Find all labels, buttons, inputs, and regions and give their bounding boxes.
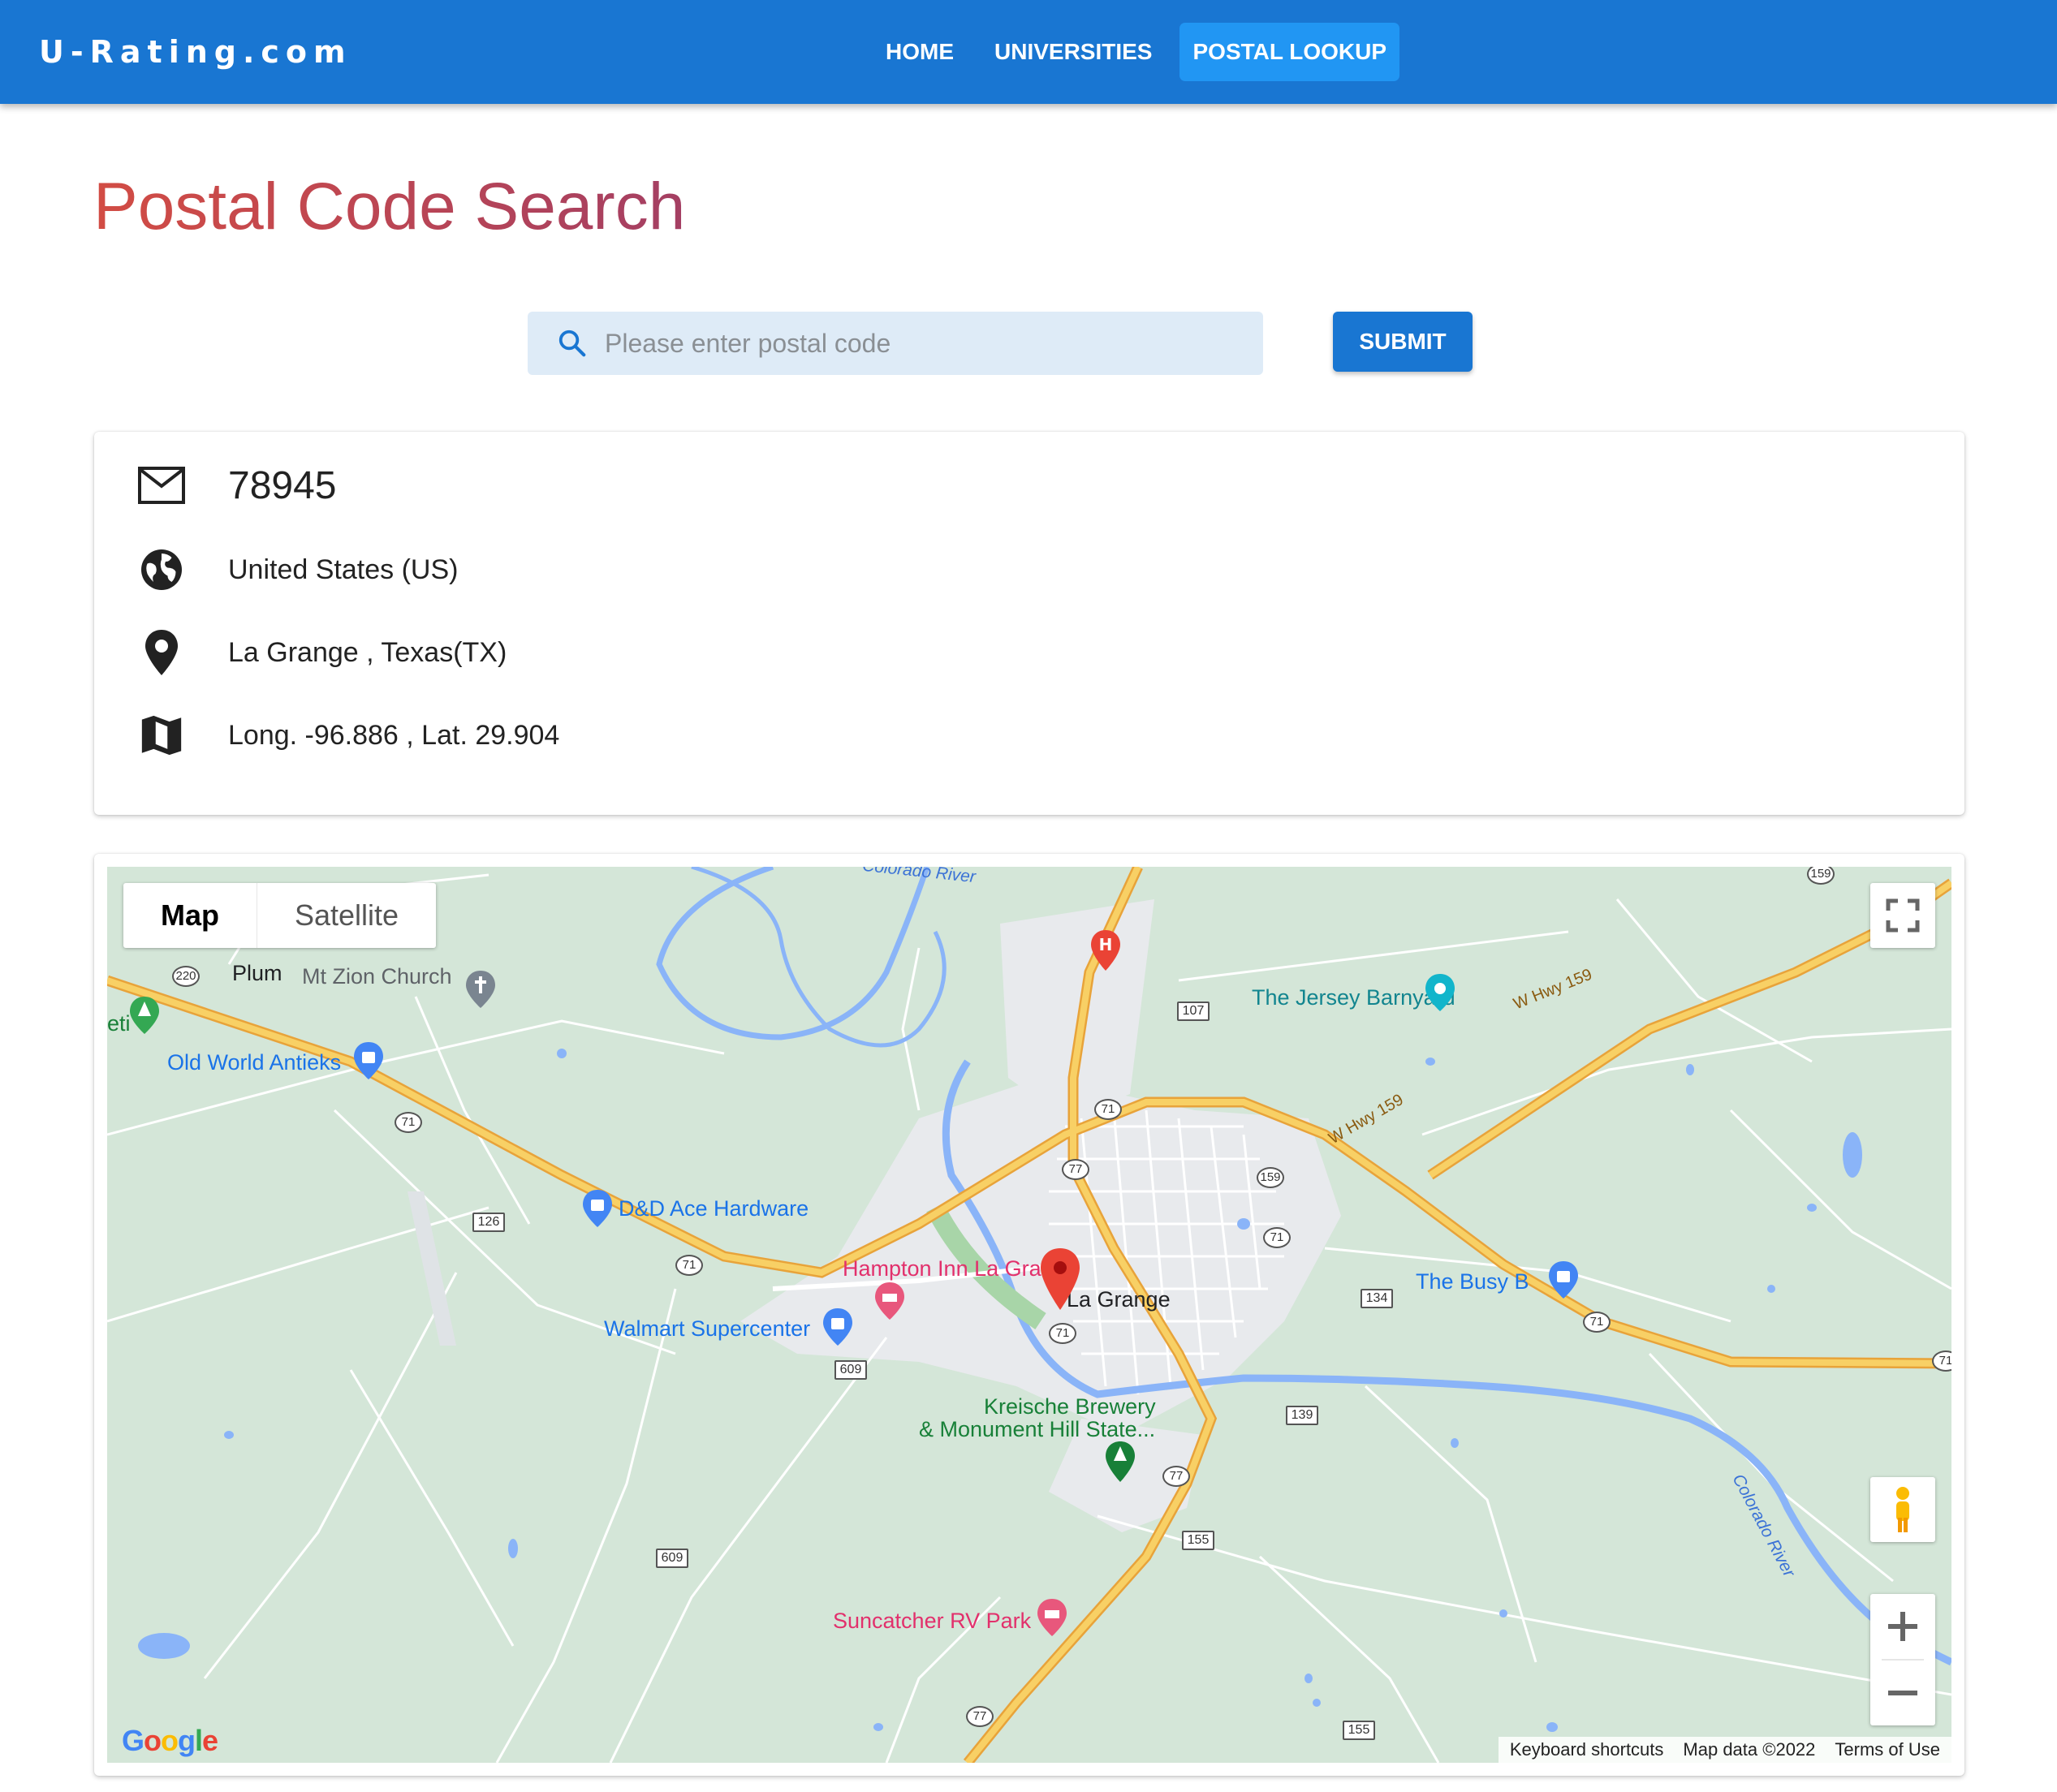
label-monument-hill[interactable]: & Monument Hill State... [919,1417,1155,1442]
route-shield: 71 [1094,1099,1122,1120]
map-data-text: Map data ©2022 [1683,1739,1816,1760]
hotel-icon[interactable] [873,1281,906,1321]
route-shield: 220 [172,966,200,987]
place-row: La Grange , Texas(TX) [135,627,507,678]
search-icon [558,330,586,357]
zoom-out-button[interactable] [1870,1661,1935,1725]
app-bar: U-Rating.com HOME UNIVERSITIES POSTAL LO… [0,0,2057,104]
map-type-toggle: Map Satellite [123,883,437,948]
route-shield: 77 [1062,1159,1089,1180]
shopping-bag-icon[interactable] [1547,1260,1580,1300]
postal-code-row: 78945 [135,459,336,511]
zoom-controls [1870,1594,1935,1725]
route-shield: 71 [675,1255,703,1276]
nav-universities[interactable]: UNIVERSITIES [981,23,1165,81]
coordinates-row: Long. -96.886 , Lat. 29.904 [135,709,559,761]
route-shield: 77 [966,1706,994,1727]
search-box[interactable] [528,312,1263,375]
location-pin-icon [135,627,188,678]
park-icon[interactable] [1104,1440,1136,1484]
postal-code-input[interactable] [605,312,1238,375]
route-shield: 609 [656,1549,688,1568]
label-la-grange: La Grange [1067,1287,1171,1312]
pegman-icon [1896,1487,1909,1532]
globe-icon [135,544,188,596]
map-card: Map Satellite Plum Mt Zion Church eti Ol… [94,854,1964,1776]
coordinates-value: Long. -96.886 , Lat. 29.904 [228,719,560,751]
brand-logo[interactable]: U-Rating.com [39,0,352,104]
shopping-bag-icon[interactable] [822,1307,854,1347]
page-title: Postal Code Search [93,166,685,248]
label-mt-zion-church[interactable]: Mt Zion Church [302,964,452,989]
rv-park-icon[interactable] [1036,1597,1068,1638]
church-icon[interactable] [464,969,497,1010]
route-shield: 71 [395,1112,422,1133]
google-map[interactable]: Map Satellite Plum Mt Zion Church eti Ol… [107,867,1951,1763]
route-shield: 139 [1286,1406,1318,1425]
label-partial-left: eti [107,1011,131,1036]
label-busy-b[interactable]: The Busy B [1416,1269,1529,1294]
nav-postal-lookup[interactable]: POSTAL LOOKUP [1179,23,1400,81]
shopping-bag-icon[interactable] [352,1040,385,1081]
location-marker-icon[interactable] [1039,1247,1081,1312]
main-nav: HOME UNIVERSITIES POSTAL LOOKUP [873,23,1400,81]
keyboard-shortcuts-link[interactable]: Keyboard shortcuts [1510,1737,1664,1763]
route-shield: 159 [1257,1167,1284,1188]
camera-icon[interactable] [1424,972,1456,1013]
svg-text:H: H [1099,935,1113,954]
route-shield: 71 [1049,1323,1076,1344]
postal-code-value: 78945 [228,463,337,507]
place-value: La Grange , Texas(TX) [228,636,507,668]
route-shield: 155 [1343,1721,1375,1740]
nav-home[interactable]: HOME [873,23,967,81]
mail-icon [135,459,188,511]
route-shield: 155 [1182,1531,1214,1550]
map-icon [135,709,188,761]
fullscreen-button[interactable] [1870,883,1935,948]
zoom-in-button[interactable] [1870,1594,1935,1659]
label-plum: Plum [232,961,282,985]
terms-of-use-link[interactable]: Terms of Use [1835,1737,1940,1763]
google-logo[interactable]: Google [122,1724,218,1758]
submit-button[interactable]: SUBMIT [1333,312,1473,372]
map-type-map[interactable]: Map [123,883,257,948]
label-dd-ace-hardware[interactable]: D&D Ace Hardware [619,1196,809,1221]
route-shield: 107 [1177,1002,1210,1021]
shopping-bag-icon[interactable] [581,1188,614,1229]
river-north-branch [691,867,947,1048]
map-attribution: Keyboard shortcuts Map data ©2022 Terms … [1498,1737,1951,1763]
route-shield: 134 [1361,1289,1393,1308]
hospital-icon[interactable]: H [1089,928,1122,972]
postal-info-card: 78945 United States (US) La Grange , Tex… [94,432,1964,815]
street-view-pegman[interactable] [1870,1477,1935,1542]
fullscreen-icon [1886,898,1920,933]
route-shield: 71 [1583,1312,1611,1333]
park-icon[interactable] [128,995,161,1036]
label-kreische-brewery[interactable]: Kreische Brewery [984,1394,1156,1419]
country-value: United States (US) [228,554,459,585]
label-suncatcher-rv-park[interactable]: Suncatcher RV Park [833,1609,1031,1634]
label-old-world-antieks[interactable]: Old World Antieks [167,1050,341,1075]
country-row: United States (US) [135,544,458,596]
route-shield: 126 [472,1213,505,1232]
label-walmart-supercenter[interactable]: Walmart Supercenter [604,1316,810,1342]
river-north-loop [656,867,930,1040]
airstrip [408,1191,456,1346]
route-shield: 77 [1162,1466,1190,1487]
map-type-satellite[interactable]: Satellite [257,883,436,948]
route-shield: 71 [1263,1227,1291,1248]
route-shield: 609 [834,1360,867,1380]
